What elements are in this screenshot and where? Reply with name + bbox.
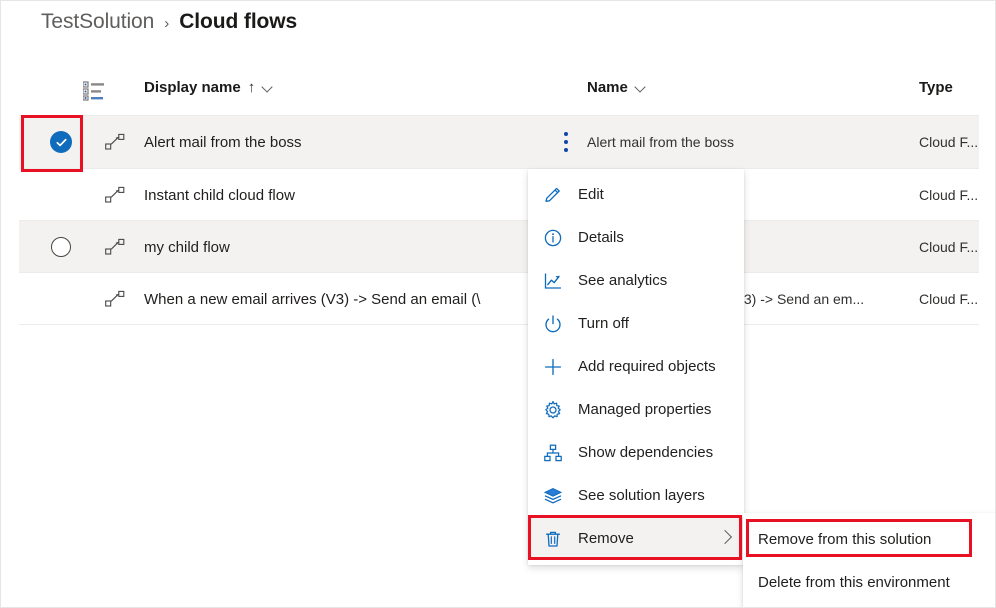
table-row[interactable]: Instant child cloud flow Cloud F...: [19, 169, 979, 221]
cloud-flow-icon: [105, 238, 125, 256]
page-title: Cloud flows: [179, 10, 297, 34]
menu-item-add-required-objects-label: Add required objects: [578, 358, 716, 375]
dependencies-icon: [542, 442, 564, 464]
cloud-flow-icon: [105, 186, 125, 204]
unchecked-circle-icon: [51, 237, 71, 257]
menu-item-remove-label: Remove: [578, 530, 634, 547]
column-header-type-label: Type: [919, 79, 953, 96]
checkmark-circle-icon: [50, 131, 72, 153]
column-header-name[interactable]: Name: [587, 79, 647, 96]
power-icon: [542, 313, 564, 335]
layers-icon: [542, 485, 564, 507]
menu-item-see-solution-layers-label: See solution layers: [578, 487, 705, 504]
cell-type: Cloud F...: [919, 169, 978, 221]
menu-item-edit-label: Edit: [578, 186, 604, 203]
menu-item-add-required-objects[interactable]: Add required objects: [528, 345, 744, 388]
cell-type: Cloud F...: [919, 116, 978, 168]
cell-type: Cloud F...: [919, 273, 978, 325]
breadcrumb: TestSolution › Cloud flows: [41, 10, 297, 34]
menu-item-see-solution-layers[interactable]: See solution layers: [528, 474, 744, 517]
breadcrumb-separator-icon: ›: [164, 12, 169, 32]
row-checkbox[interactable]: [31, 221, 91, 273]
menu-item-show-dependencies-label: Show dependencies: [578, 444, 713, 461]
submenu-item-delete-from-this-environment-label: Delete from this environment: [758, 574, 950, 591]
analytics-icon: [542, 270, 564, 292]
menu-item-turn-off-label: Turn off: [578, 315, 629, 332]
pencil-icon: [542, 184, 564, 206]
column-header-display-name-label: Display name: [144, 79, 241, 96]
cell-display-name: Alert mail from the boss: [144, 116, 302, 168]
column-header-display-name[interactable]: Display name ↑: [144, 79, 274, 96]
table-row[interactable]: When a new email arrives (V3) -> Send an…: [19, 273, 979, 325]
row-checkbox-selected[interactable]: [31, 116, 91, 168]
menu-item-details[interactable]: Details: [528, 216, 744, 259]
more-options-icon[interactable]: [556, 131, 576, 153]
row-checkbox[interactable]: [31, 273, 91, 325]
remove-submenu: Remove from this solution Delete from th…: [743, 513, 996, 608]
row-checkbox[interactable]: [31, 169, 91, 221]
breadcrumb-root-link[interactable]: TestSolution: [41, 10, 154, 34]
cell-type: Cloud F...: [919, 221, 978, 273]
menu-item-see-analytics[interactable]: See analytics: [528, 259, 744, 302]
column-header-type[interactable]: Type: [919, 79, 953, 96]
plus-icon: [542, 356, 564, 378]
chevron-right-icon: [718, 530, 732, 544]
cell-display-name: my child flow: [144, 221, 230, 273]
row-context-menu: Edit Details See analytics: [528, 169, 744, 565]
menu-item-edit[interactable]: Edit: [528, 173, 744, 216]
info-icon: [542, 227, 564, 249]
menu-item-turn-off[interactable]: Turn off: [528, 302, 744, 345]
grid-header: Display name ↑ Name Type: [19, 71, 977, 115]
list-view-icon[interactable]: [83, 81, 105, 101]
cloud-flow-icon: [105, 290, 125, 308]
gear-icon: [542, 399, 564, 421]
row-divider: [19, 324, 979, 325]
submenu-item-remove-from-this-solution-label: Remove from this solution: [758, 531, 931, 548]
menu-item-see-analytics-label: See analytics: [578, 272, 667, 289]
table-row[interactable]: my child flow Cloud F...: [19, 221, 979, 273]
menu-item-remove[interactable]: Remove: [528, 517, 744, 560]
cell-name: Alert mail from the boss: [587, 116, 734, 168]
submenu-item-delete-from-this-environment[interactable]: Delete from this environment: [743, 561, 996, 604]
menu-item-show-dependencies[interactable]: Show dependencies: [528, 431, 744, 474]
submenu-item-remove-from-this-solution[interactable]: Remove from this solution: [743, 518, 996, 561]
column-header-name-label: Name: [587, 79, 628, 96]
table-row[interactable]: Alert mail from the boss Alert mail from…: [19, 116, 979, 168]
cloud-flow-icon: [105, 133, 125, 151]
menu-item-details-label: Details: [578, 229, 624, 246]
chevron-down-icon[interactable]: [262, 81, 274, 93]
sort-ascending-icon: ↑: [248, 80, 256, 95]
cloud-flows-page: TestSolution › Cloud flows Display name …: [0, 0, 996, 608]
chevron-down-icon[interactable]: [635, 81, 647, 93]
cell-display-name: When a new email arrives (V3) -> Send an…: [144, 273, 480, 325]
menu-item-managed-properties-label: Managed properties: [578, 401, 711, 418]
menu-item-managed-properties[interactable]: Managed properties: [528, 388, 744, 431]
trash-icon: [542, 528, 564, 550]
cell-display-name: Instant child cloud flow: [144, 169, 295, 221]
